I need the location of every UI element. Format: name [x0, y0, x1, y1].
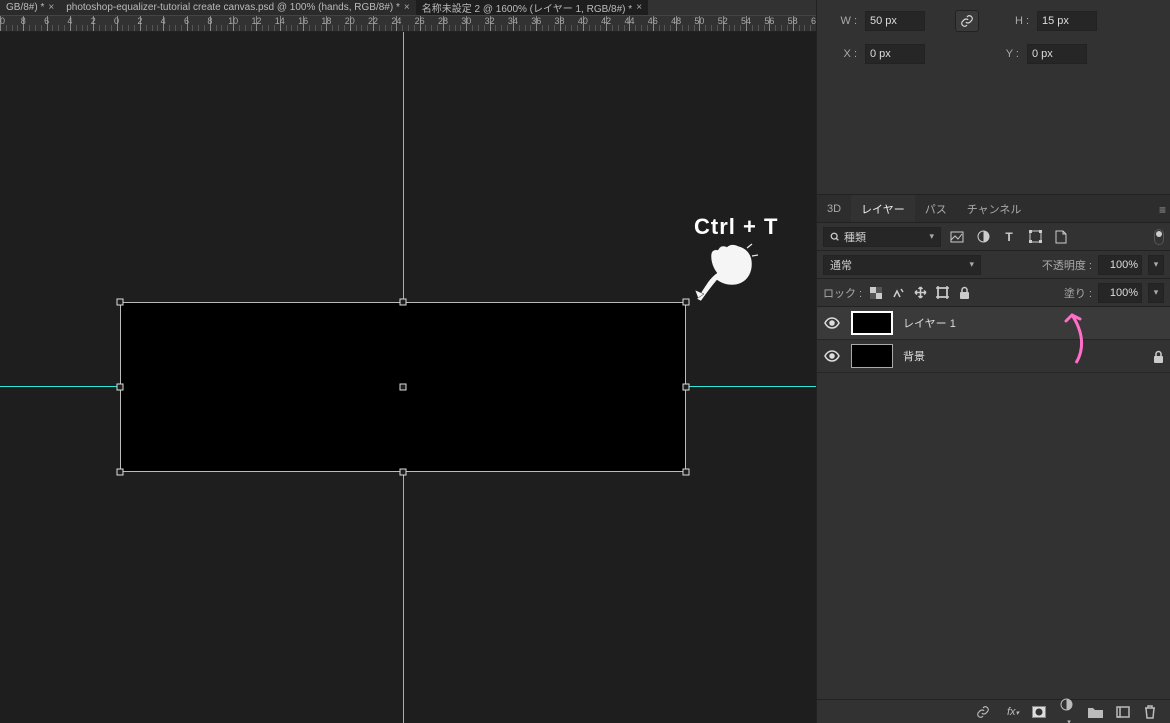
tab-layers[interactable]: レイヤー	[851, 195, 915, 222]
layer-thumbnail[interactable]	[851, 344, 893, 368]
layer-row[interactable]: レイヤー 1	[817, 307, 1170, 340]
layer-row[interactable]: 背景	[817, 340, 1170, 373]
width-input[interactable]	[865, 11, 925, 31]
close-icon[interactable]: ×	[48, 2, 54, 13]
adjustment-icon[interactable]: ▾	[1060, 698, 1078, 723]
pointing-hand-icon	[692, 242, 758, 302]
filter-pixel-icon[interactable]	[947, 227, 967, 247]
x-label: X :	[829, 48, 857, 60]
tab-label: 名称未設定 2 @ 1600% (レイヤー 1, RGB/8#) *	[422, 0, 632, 15]
tab-channels[interactable]: チャンネル	[957, 195, 1032, 222]
transform-handle[interactable]	[400, 299, 407, 306]
filter-toggle[interactable]	[1154, 229, 1164, 245]
tab-label: photoshop-equalizer-tutorial create canv…	[66, 2, 400, 13]
group-icon[interactable]	[1088, 706, 1106, 718]
opacity-label: 不透明度 :	[1042, 257, 1092, 273]
lock-transparency-icon[interactable]	[868, 285, 884, 301]
mask-icon[interactable]	[1032, 706, 1050, 718]
transform-handle[interactable]	[117, 469, 124, 476]
opacity-input[interactable]	[1098, 255, 1142, 275]
document-tab[interactable]: GB/8#) * ×	[0, 0, 60, 15]
close-icon[interactable]: ×	[636, 2, 642, 13]
delete-icon[interactable]	[1144, 705, 1162, 719]
layer-thumbnail[interactable]	[851, 311, 893, 335]
filter-adjust-icon[interactable]	[973, 227, 993, 247]
tab-3d[interactable]: 3D	[817, 195, 851, 222]
lock-all-icon[interactable]	[956, 285, 972, 301]
filter-kind-label: 種類	[844, 229, 866, 245]
ruler-horizontal[interactable]: 1086420246810121416182022242628303234363…	[0, 15, 816, 32]
hint-text: Ctrl + T	[694, 214, 778, 240]
opacity-stepper[interactable]: ▾	[1148, 255, 1164, 275]
tab-paths[interactable]: パス	[915, 195, 957, 222]
transform-handle[interactable]	[683, 469, 690, 476]
layer-footer: fx▾ ▾	[817, 699, 1170, 723]
x-input[interactable]	[865, 44, 925, 64]
layer-name[interactable]: レイヤー 1	[903, 315, 956, 331]
transform-handle[interactable]	[683, 299, 690, 306]
transform-handle[interactable]	[117, 384, 124, 391]
canvas[interactable]: Ctrl + T	[0, 32, 816, 723]
filter-type-icon[interactable]: T	[999, 227, 1019, 247]
fill-stepper[interactable]: ▾	[1148, 283, 1164, 303]
blend-mode-label: 通常	[830, 257, 852, 273]
width-label: W :	[829, 15, 857, 27]
blend-mode-select[interactable]: 通常 ▾	[823, 255, 981, 275]
height-label: H :	[1001, 15, 1029, 27]
height-input[interactable]	[1037, 11, 1097, 31]
filter-kind-select[interactable]: 種類 ▾	[823, 227, 941, 247]
link-layers-icon[interactable]	[976, 705, 994, 719]
y-label: Y :	[991, 48, 1019, 60]
panel-menu-icon[interactable]: ≡	[1159, 203, 1166, 217]
transform-handle[interactable]	[117, 299, 124, 306]
lock-artboard-icon[interactable]	[934, 285, 950, 301]
lock-position-icon[interactable]	[912, 285, 928, 301]
panel-tabs: 3D レイヤー パス チャンネル ≡	[817, 195, 1170, 223]
fill-input[interactable]	[1098, 283, 1142, 303]
layer-name[interactable]: 背景	[903, 348, 925, 364]
visibility-icon[interactable]	[823, 317, 841, 329]
visibility-icon[interactable]	[823, 350, 841, 362]
fx-icon[interactable]: fx▾	[1004, 706, 1022, 718]
lock-image-icon[interactable]	[890, 285, 906, 301]
document-tab[interactable]: photoshop-equalizer-tutorial create canv…	[60, 0, 416, 15]
properties-panel: W : H : X : Y :	[817, 0, 1170, 195]
document-tabs: GB/8#) * × photoshop-equalizer-tutorial …	[0, 0, 816, 15]
y-input[interactable]	[1027, 44, 1087, 64]
tab-label: GB/8#) *	[6, 2, 44, 13]
lock-icon	[1153, 350, 1164, 363]
fill-label: 塗り :	[1064, 285, 1092, 301]
search-icon	[830, 232, 840, 242]
filter-smart-icon[interactable]	[1051, 227, 1071, 247]
close-icon[interactable]: ×	[404, 2, 410, 13]
filter-shape-icon[interactable]	[1025, 227, 1045, 247]
layer-list: レイヤー 1 背景	[817, 307, 1170, 699]
new-layer-icon[interactable]	[1116, 706, 1134, 718]
document-tab[interactable]: 名称未設定 2 @ 1600% (レイヤー 1, RGB/8#) * ×	[416, 0, 648, 15]
transform-handle[interactable]	[400, 469, 407, 476]
transform-handle[interactable]	[400, 384, 407, 391]
lock-label: ロック :	[823, 285, 862, 301]
link-icon[interactable]	[955, 10, 979, 32]
transform-handle[interactable]	[683, 384, 690, 391]
